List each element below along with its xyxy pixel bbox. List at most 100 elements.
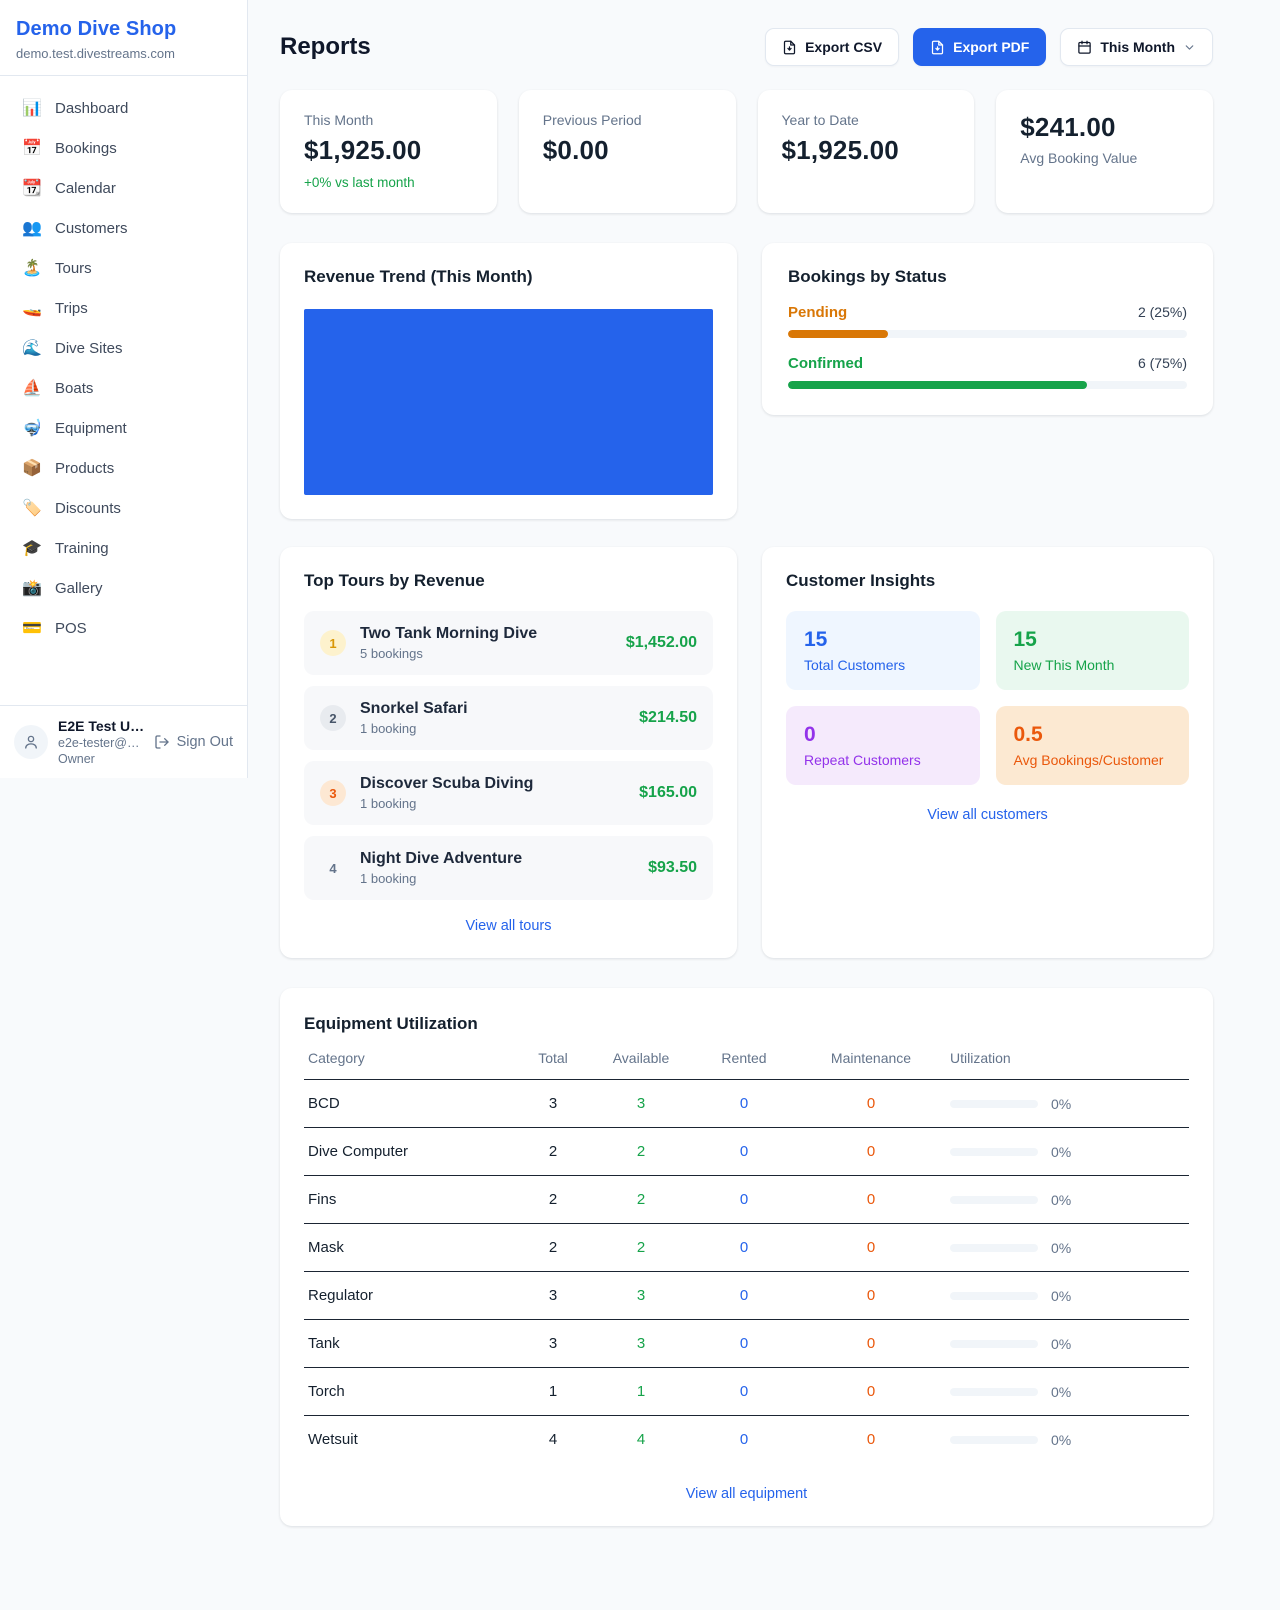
cell-rented: 0: [692, 1176, 796, 1224]
cell-available: 2: [590, 1224, 692, 1272]
table-row: Torch 1 1 0 0 0%: [304, 1368, 1189, 1416]
cell-available: 4: [590, 1416, 692, 1464]
gallery-icon: 📸: [22, 578, 42, 598]
cell-utilization: 0%: [946, 1416, 1189, 1464]
sidebar-item-label: Dive Sites: [55, 340, 123, 357]
tour-name: Two Tank Morning Dive: [360, 625, 612, 643]
sidebar-item-label: Discounts: [55, 500, 121, 517]
cell-total: 2: [516, 1176, 590, 1224]
cell-available: 3: [590, 1320, 692, 1368]
header-actions: Export CSV Export PDF This Month: [765, 28, 1213, 66]
cell-category: Mask: [304, 1224, 516, 1272]
sidebar-item-label: Products: [55, 460, 114, 477]
cell-rented: 0: [692, 1368, 796, 1416]
bookings-icon: 📅: [22, 138, 42, 158]
customer-insights-card: Customer Insights 15 Total Customers 15 …: [762, 547, 1213, 958]
tour-row[interactable]: 1 Two Tank Morning Dive 5 bookings $1,45…: [304, 611, 713, 675]
status-label: Pending: [788, 304, 847, 321]
sidebar-item-label: Training: [55, 540, 109, 557]
sidebar-item-customers[interactable]: 👥 Customers: [12, 208, 235, 248]
utilization-bar-track: [950, 1340, 1038, 1348]
boats-icon: ⛵: [22, 378, 42, 398]
cell-total: 3: [516, 1320, 590, 1368]
cell-total: 4: [516, 1416, 590, 1464]
stat-label: This Month: [304, 112, 473, 128]
sidebar-header: Demo Dive Shop demo.test.divestreams.com: [0, 0, 247, 76]
sidebar-item-label: Calendar: [55, 180, 116, 197]
utilization-bar-track: [950, 1148, 1038, 1156]
stat-label: Year to Date: [782, 112, 951, 128]
column-header-category: Category: [304, 1050, 516, 1080]
insight-label: Repeat Customers: [804, 752, 962, 768]
insight-label: Total Customers: [804, 657, 962, 673]
equipment-table-header: Category Total Available Rented Maintena…: [304, 1050, 1189, 1080]
user-section: E2E Test U… e2e-tester@… Owner Sign Out: [0, 705, 247, 778]
cell-utilization: 0%: [946, 1080, 1189, 1128]
shop-name: Demo Dive Shop: [16, 18, 231, 41]
cell-maintenance: 0: [796, 1272, 946, 1320]
tour-row[interactable]: 3 Discover Scuba Diving 1 booking $165.0…: [304, 761, 713, 825]
sidebar-item-gallery[interactable]: 📸 Gallery: [12, 568, 235, 608]
sidebar-item-training[interactable]: 🎓 Training: [12, 528, 235, 568]
insight-label: Avg Bookings/Customer: [1014, 752, 1172, 768]
main-content: Reports Export CSV Export PDF This Month…: [280, 0, 1213, 1526]
view-all-tours-link[interactable]: View all tours: [304, 918, 713, 934]
sidebar-item-dive-sites[interactable]: 🌊 Dive Sites: [12, 328, 235, 368]
user-info: E2E Test U… e2e-tester@… Owner: [58, 718, 144, 766]
sidebar-item-tours[interactable]: 🏝️ Tours: [12, 248, 235, 288]
sidebar-item-discounts[interactable]: 🏷️ Discounts: [12, 488, 235, 528]
tour-row[interactable]: 2 Snorkel Safari 1 booking $214.50: [304, 686, 713, 750]
export-csv-label: Export CSV: [805, 39, 882, 55]
cell-category: Dive Computer: [304, 1128, 516, 1176]
sidebar-item-dashboard[interactable]: 📊 Dashboard: [12, 88, 235, 128]
revenue-trend-chart: [304, 309, 713, 495]
rank-badge: 4: [320, 855, 346, 881]
table-row: Wetsuit 4 4 0 0 0%: [304, 1416, 1189, 1464]
sidebar-item-bookings[interactable]: 📅 Bookings: [12, 128, 235, 168]
dashboard-icon: 📊: [22, 98, 42, 118]
cell-available: 2: [590, 1128, 692, 1176]
page-title: Reports: [280, 33, 371, 61]
cell-rented: 0: [692, 1272, 796, 1320]
sidebar-item-trips[interactable]: 🚤 Trips: [12, 288, 235, 328]
charts-row: Revenue Trend (This Month) Bookings by S…: [280, 243, 1213, 519]
rank-badge: 2: [320, 705, 346, 731]
view-all-equipment-link[interactable]: View all equipment: [304, 1486, 1189, 1502]
sidebar-item-calendar[interactable]: 📆 Calendar: [12, 168, 235, 208]
tour-row[interactable]: 4 Night Dive Adventure 1 booking $93.50: [304, 836, 713, 900]
top-tours-title: Top Tours by Revenue: [304, 571, 713, 591]
cell-maintenance: 0: [796, 1368, 946, 1416]
status-row-pending: Pending 2 (25%): [788, 304, 1187, 338]
sidebar-item-pos[interactable]: 💳 POS: [12, 608, 235, 648]
cell-total: 2: [516, 1128, 590, 1176]
column-header-rented: Rented: [692, 1050, 796, 1080]
cell-available: 3: [590, 1080, 692, 1128]
tour-amount: $214.50: [639, 709, 697, 727]
column-header-utilization: Utilization: [946, 1050, 1189, 1080]
period-dropdown[interactable]: This Month: [1060, 28, 1213, 66]
calendar-icon: [1077, 40, 1092, 55]
sign-out-button[interactable]: Sign Out: [154, 734, 233, 750]
table-row: Fins 2 2 0 0 0%: [304, 1176, 1189, 1224]
discounts-icon: 🏷️: [22, 498, 42, 518]
cell-maintenance: 0: [796, 1128, 946, 1176]
utilization-percent: 0%: [1051, 1432, 1071, 1448]
stat-value: $1,925.00: [782, 135, 951, 166]
cell-category: Fins: [304, 1176, 516, 1224]
sidebar-item-boats[interactable]: ⛵ Boats: [12, 368, 235, 408]
cell-rented: 0: [692, 1416, 796, 1464]
sidebar-item-products[interactable]: 📦 Products: [12, 448, 235, 488]
tour-bookings: 1 booking: [360, 721, 625, 736]
sidebar-item-equipment[interactable]: 🤿 Equipment: [12, 408, 235, 448]
utilization-percent: 0%: [1051, 1096, 1071, 1112]
export-csv-button[interactable]: Export CSV: [765, 28, 899, 66]
status-bar-track: [788, 330, 1187, 338]
view-all-customers-link[interactable]: View all customers: [786, 807, 1189, 823]
stat-label: Previous Period: [543, 112, 712, 128]
export-pdf-button[interactable]: Export PDF: [913, 28, 1046, 66]
sidebar-item-label: Dashboard: [55, 100, 128, 117]
tours-icon: 🏝️: [22, 258, 42, 278]
sign-out-label: Sign Out: [177, 734, 233, 750]
tour-bookings: 1 booking: [360, 871, 634, 886]
export-pdf-label: Export PDF: [953, 39, 1029, 55]
